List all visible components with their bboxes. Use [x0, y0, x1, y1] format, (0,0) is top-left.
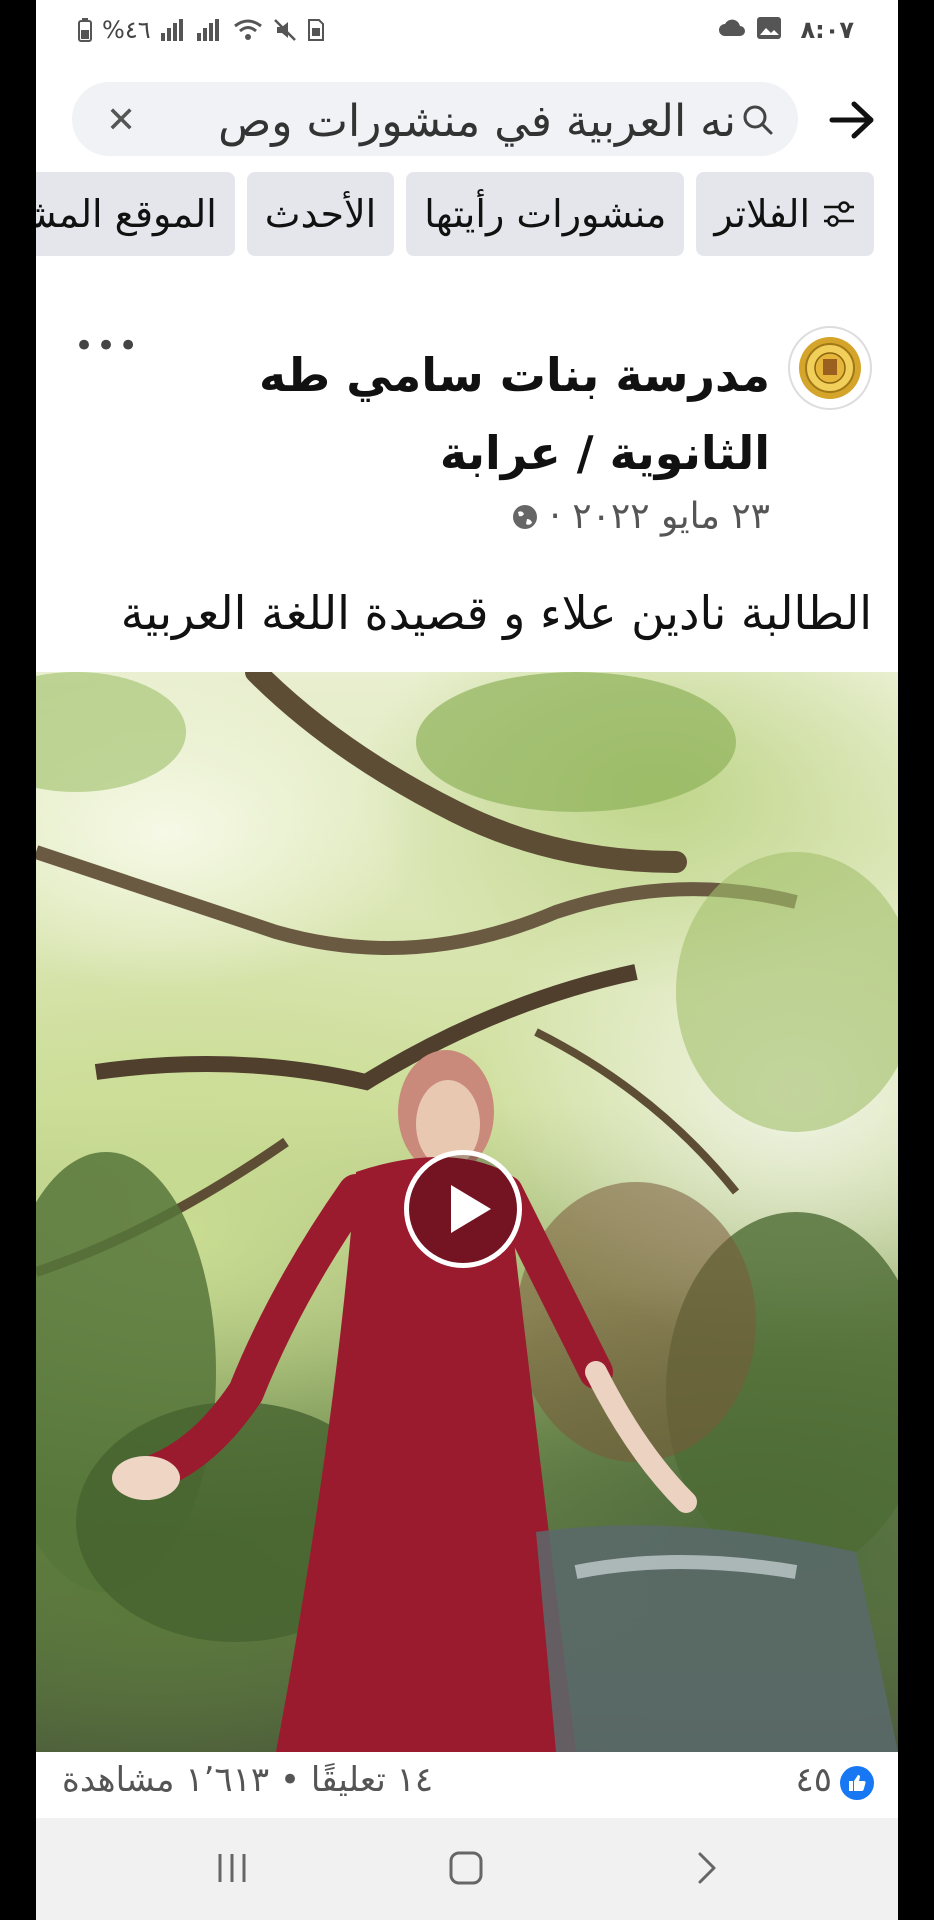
filter-chip-filters[interactable]: الفلاتر — [696, 172, 874, 256]
search-input[interactable]: نه العربية في منشورات وص — [144, 96, 736, 147]
home-icon[interactable] — [446, 1848, 486, 1888]
mute-icon — [273, 19, 296, 41]
wifi-icon — [233, 19, 262, 40]
avatar[interactable] — [788, 326, 872, 410]
signal-icon-2 — [196, 19, 219, 41]
post-author-name[interactable]: مدرسة بنات سامي طه الثانوية / عرابة — [210, 336, 770, 492]
signal-icon — [160, 19, 183, 41]
status-bar: %٤٦ ٨:٠٧ — [36, 0, 898, 64]
author-line-2: الثانوية / عرابة — [439, 426, 770, 480]
post-date: ٢٣ مايو ٢٠٢٢ · — [549, 496, 770, 537]
author-line-1: مدرسة بنات سامي طه — [258, 348, 770, 402]
back-button[interactable] — [824, 92, 880, 148]
like-reaction-icon[interactable] — [840, 1766, 874, 1800]
gallery-notification-icon — [757, 17, 781, 39]
recent-apps-icon[interactable] — [212, 1848, 252, 1888]
battery-percent: %٤٦ — [102, 16, 151, 44]
filter-chip-label: الموقع المشا — [36, 192, 217, 236]
search-box[interactable]: نه العربية في منشورات وص ✕ — [72, 82, 798, 156]
back-nav-icon[interactable] — [686, 1848, 726, 1888]
filter-chips: الفلاتر منشورات رأيتها الأحدث الموقع الم… — [36, 172, 874, 258]
status-icons-left: %٤٦ — [78, 16, 325, 44]
like-count[interactable]: ٤٥ — [795, 1760, 832, 1800]
filter-chip-latest[interactable]: الأحدث — [246, 172, 395, 256]
filter-chip-label: الأحدث — [264, 192, 377, 236]
facebook-search-results-screen: %٤٦ ٨:٠٧ نه العربية في منشورات وص ✕ الفل… — [36, 0, 898, 1920]
system-nav-bar — [36, 1818, 898, 1920]
play-button[interactable] — [404, 1150, 522, 1268]
more-options-button[interactable]: ••• — [74, 326, 140, 366]
filter-chip-tagged-location[interactable]: الموقع المشا — [36, 172, 235, 256]
status-icons-right — [718, 16, 782, 40]
filter-chip-label: منشورات رأيتها — [424, 192, 667, 236]
cloud-icon — [719, 19, 745, 36]
filter-chip-label: الفلاتر — [714, 192, 810, 236]
globe-icon — [513, 504, 538, 529]
post-video[interactable] — [36, 672, 898, 1752]
sim-card-icon — [307, 19, 324, 41]
status-time: ٨:٠٧ — [800, 16, 854, 44]
school-logo-icon — [799, 337, 861, 399]
sliders-icon — [824, 201, 854, 227]
post-meta: ٢٣ مايو ٢٠٢٢ · — [511, 496, 770, 537]
thumbs-up-icon — [849, 1775, 866, 1791]
search-icon — [743, 105, 773, 135]
post-stats: ٤٥ ١٤ تعليقًا • ١٬٦١٣ مشاهدة — [36, 1752, 898, 1818]
arrow-right-icon — [829, 101, 874, 139]
battery-icon — [78, 18, 92, 42]
clear-search-icon[interactable]: ✕ — [106, 100, 136, 141]
comments-views-count[interactable]: ١٤ تعليقًا • ١٬٦١٣ مشاهدة — [62, 1760, 433, 1800]
post-text: الطالبة نادين علاء و قصيدة اللغة العربية — [120, 586, 872, 640]
filter-chip-seen-posts[interactable]: منشورات رأيتها — [406, 172, 685, 256]
